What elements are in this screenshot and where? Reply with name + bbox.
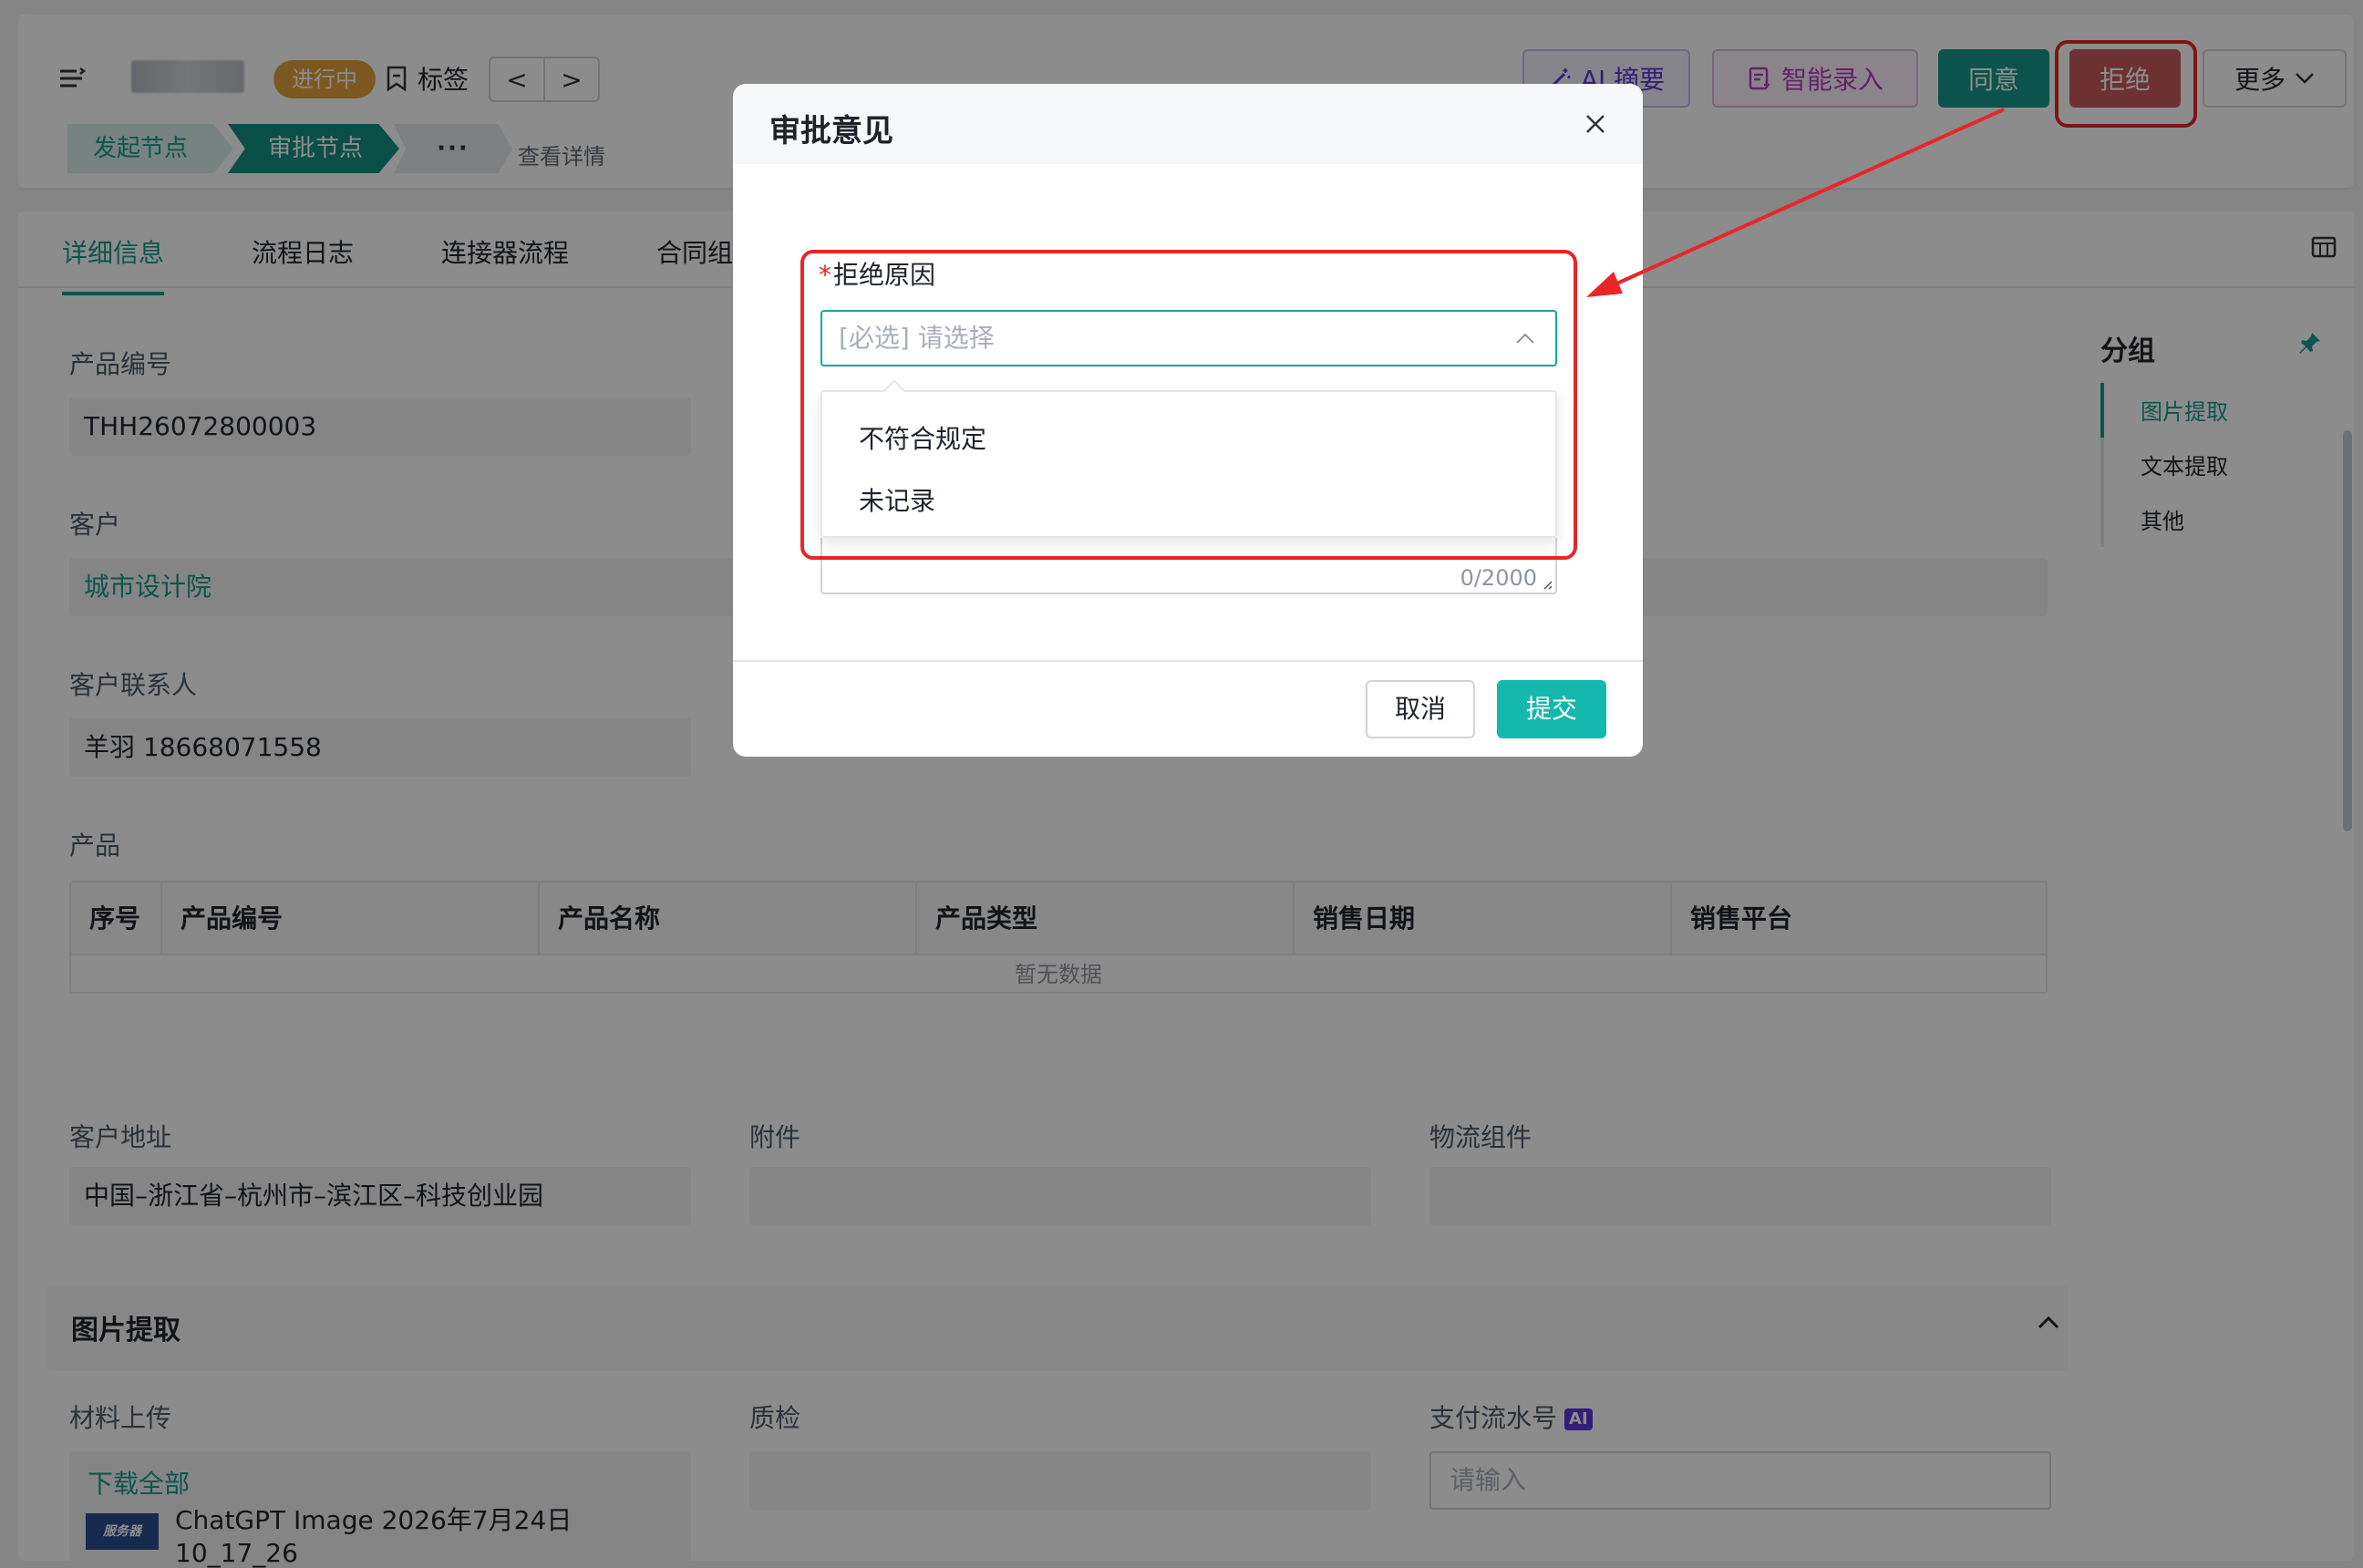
submit-button[interactable]: 提交: [1497, 680, 1606, 738]
resize-handle-icon[interactable]: [1541, 578, 1553, 591]
close-icon[interactable]: [1579, 108, 1612, 140]
dialog-footer-divider: [733, 660, 1643, 662]
cancel-button[interactable]: 取消: [1366, 680, 1475, 738]
approval-dialog: 审批意见 *拒绝原因 [必选] 请选择 0/2000 不符合规定 未记录 取消 …: [733, 84, 1643, 757]
reason-annotation-box: [800, 250, 1577, 560]
char-counter: 0/2000: [1460, 565, 1537, 591]
dialog-title: 审批意见: [769, 113, 893, 150]
